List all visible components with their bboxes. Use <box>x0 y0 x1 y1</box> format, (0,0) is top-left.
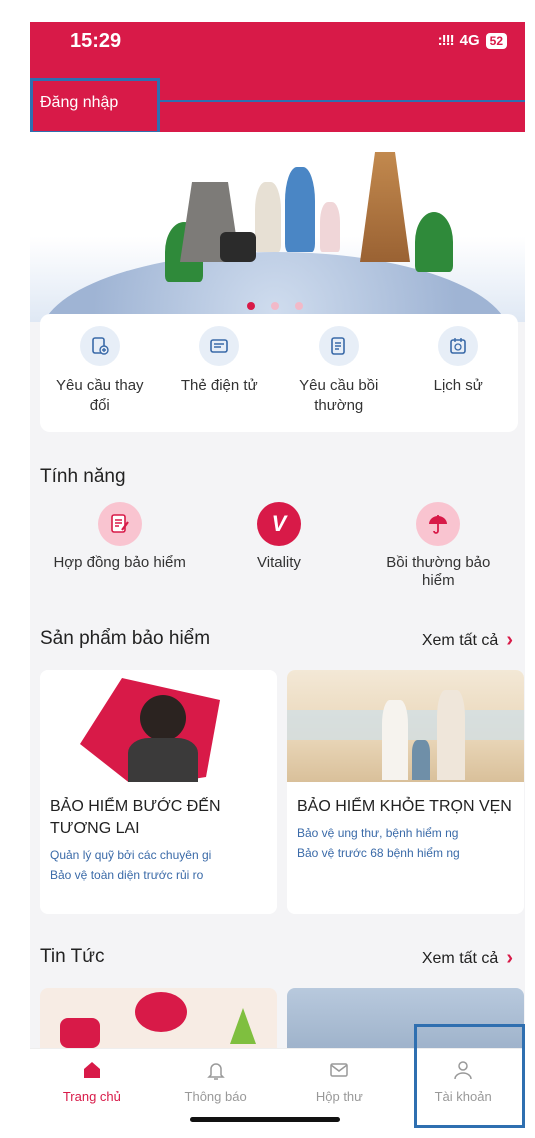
product-title: BẢO HIỂM KHỎE TRỌN VẸN <box>297 798 512 815</box>
news-see-all-link[interactable]: Xem tất cả › <box>422 947 513 970</box>
pagination-dot[interactable] <box>295 302 303 310</box>
status-time: 15:29 <box>70 30 122 52</box>
tab-label: Thông báo <box>184 1089 247 1104</box>
person-illustration <box>285 167 315 252</box>
pagination-dot[interactable] <box>271 302 279 310</box>
bell-icon <box>205 1059 227 1085</box>
product-card[interactable]: BẢO HIỂM BƯỚC ĐẾN TƯƠNG LAI Quản lý quỹ … <box>40 670 277 914</box>
product-benefit: Bảo vệ toàn diện trước rủi ro <box>50 868 204 882</box>
tab-home[interactable]: Trang chủ <box>30 1049 154 1130</box>
document-plus-icon <box>79 326 120 366</box>
signal-icon: :!!! <box>437 32 455 49</box>
news-title: Tin Tức <box>40 946 105 967</box>
quick-action-label: Yêu cầu bồi thường <box>299 377 379 414</box>
see-all-label: Xem tất cả <box>421 949 499 967</box>
mail-icon <box>328 1059 350 1085</box>
quick-action-e-card[interactable]: Thẻ điện tử <box>160 314 280 432</box>
chevron-right-icon: › <box>506 629 513 651</box>
person-illustration <box>320 202 340 252</box>
feature-vitality[interactable]: V Vitality <box>199 502 358 590</box>
login-highlight-box <box>30 78 160 134</box>
feature-label: Hợp đồng bảo hiểm <box>53 554 186 571</box>
news-bag-graphic <box>60 1018 100 1048</box>
quick-action-history[interactable]: Lịch sử <box>399 314 519 432</box>
news-badge-graphic <box>135 992 187 1032</box>
quick-action-change-request[interactable]: Yêu cầu thay đổi <box>40 314 160 432</box>
home-indicator <box>190 1117 340 1122</box>
palm-illustration <box>415 212 453 272</box>
pagination-dot[interactable] <box>247 302 255 310</box>
product-title: BẢO HIỂM BƯỚC ĐẾN TƯƠNG LAI <box>50 798 221 837</box>
product-image <box>287 670 524 782</box>
feature-claims[interactable]: Bồi thường bảo hiểm <box>359 502 518 590</box>
feature-label: Vitality <box>257 554 301 571</box>
features-title: Tính năng <box>40 466 126 487</box>
tower-illustration <box>360 152 410 262</box>
network-label: 4G <box>459 32 480 49</box>
products-title: Sản phẩm bảo hiểm <box>40 628 211 649</box>
news-card[interactable] <box>40 988 277 1048</box>
card-icon <box>199 326 240 366</box>
see-all-label: Xem tất cả <box>421 631 499 649</box>
person-illustration <box>255 182 281 252</box>
product-image <box>40 670 277 782</box>
quick-actions-card: Yêu cầu thay đổi Thẻ điện tử Yêu cầu bồi… <box>40 314 518 432</box>
chevron-right-icon: › <box>506 947 513 969</box>
tab-label: Trang chủ <box>62 1089 121 1104</box>
features-row: Hợp đồng bảo hiểm V Vitality Bồi thường … <box>40 502 518 590</box>
claim-doc-icon <box>318 326 359 366</box>
vitality-v-icon: V <box>256 502 301 546</box>
feature-contract[interactable]: Hợp đồng bảo hiểm <box>40 502 199 590</box>
quick-action-label: Lịch sử <box>433 377 483 394</box>
promo-banner[interactable] <box>30 132 525 322</box>
home-icon <box>81 1059 103 1085</box>
battery-icon: 52 <box>485 32 507 49</box>
tab-label: Hộp thư <box>315 1089 363 1104</box>
quick-action-label: Yêu cầu thay đổi <box>55 377 144 414</box>
news-mascot-graphic <box>230 1008 256 1044</box>
app-screen: 15:29 :!!! 4G 52 Đăng nhập Yêu cầu thay … <box>30 22 525 1130</box>
quick-action-claim-request[interactable]: Yêu cầu bồi thường <box>279 314 399 432</box>
products-see-all-link[interactable]: Xem tất cả › <box>422 629 513 652</box>
login-callout-line <box>160 100 525 102</box>
account-highlight-box <box>414 1024 525 1128</box>
feature-label: Bồi thường bảo hiểm <box>386 554 491 589</box>
product-benefit: Bảo vệ ung thư, bệnh hiểm ng <box>297 826 459 840</box>
product-card[interactable]: BẢO HIỂM KHỎE TRỌN VẸN Bảo vệ ung thư, b… <box>287 670 524 914</box>
umbrella-icon <box>416 502 461 546</box>
product-benefit: Bảo vệ trước 68 bệnh hiểm ng <box>297 846 460 860</box>
quick-action-label: Thẻ điện tử <box>180 377 258 394</box>
status-indicators: :!!! 4G 52 <box>438 32 507 49</box>
banner-pagination <box>247 302 303 310</box>
suitcase-illustration <box>220 232 256 262</box>
contract-pen-icon <box>97 502 142 546</box>
product-benefit: Quản lý quỹ bởi các chuyên gi <box>50 848 212 862</box>
calendar-icon <box>438 326 479 366</box>
